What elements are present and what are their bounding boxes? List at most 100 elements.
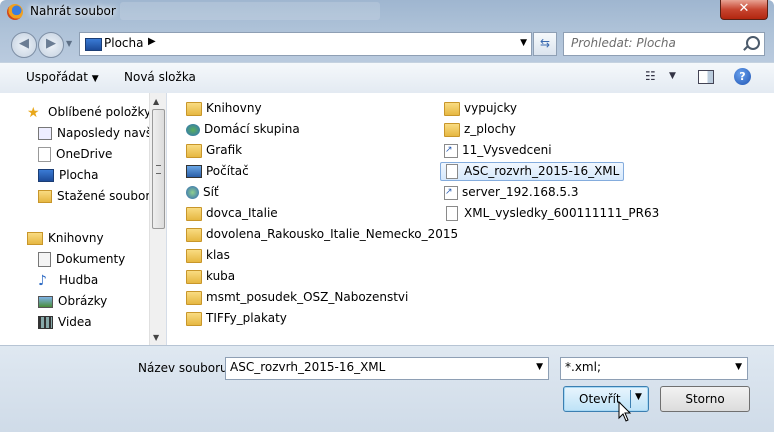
address-dropdown-icon[interactable]: ▼ (520, 38, 527, 48)
file-name: kuba (206, 269, 236, 283)
file-name: Domácí skupina (204, 122, 300, 136)
sidebar-item-documents[interactable]: Dokumenty (38, 250, 125, 269)
list-item-folder[interactable]: TIFFy_plakaty (186, 309, 291, 328)
sidebar-item-label: OneDrive (56, 147, 113, 161)
list-item-homegroup[interactable]: Domácí skupina (186, 120, 304, 139)
folder-icon (186, 269, 202, 284)
scroll-down-icon[interactable]: ▼ (153, 333, 159, 342)
list-item-user[interactable]: Grafik (186, 141, 246, 160)
preview-pane-icon[interactable] (698, 70, 714, 84)
list-item-computer[interactable]: Počítač (186, 162, 253, 181)
sidebar-item-pictures[interactable]: Obrázky (38, 292, 107, 311)
filename-value[interactable]: ASC_rozvrh_2015-16_XML (230, 360, 385, 374)
sidebar-item-favorites[interactable]: ★ Oblíbené položky (27, 103, 151, 122)
list-item-folder[interactable]: vypujcky (444, 99, 521, 118)
scrollbar-thumb[interactable] (152, 109, 165, 229)
search-icon[interactable] (746, 36, 760, 50)
sidebar-item-music[interactable]: ♪ Hudba (38, 271, 98, 290)
sidebar-item-libraries[interactable]: Knihovny (27, 229, 104, 248)
sidebar-item-label: Plocha (59, 168, 99, 182)
scroll-up-icon[interactable]: ▲ (153, 97, 159, 106)
chevron-down-icon[interactable]: ▼ (735, 362, 742, 372)
list-item-folder[interactable]: z_plochy (444, 120, 520, 139)
address-bar[interactable]: Plocha ▶ ▼ (79, 32, 532, 56)
star-icon: ★ (27, 104, 40, 121)
open-dropdown-icon[interactable]: ▼ (635, 392, 642, 402)
libraries-icon (186, 101, 202, 116)
list-item-shortcut[interactable]: 11_Vysvedceni (444, 141, 556, 160)
pictures-icon (38, 295, 53, 308)
file-name: XML_vysledky_600111111_PR63 (464, 206, 660, 220)
filename-label: Název souboru: (138, 361, 232, 375)
back-arrow-icon: ◀ (19, 36, 29, 51)
file-name: Počítač (206, 164, 249, 178)
file-name: Knihovny (206, 101, 262, 115)
open-button[interactable]: Otevřít ▼ (563, 386, 649, 412)
file-name: dovolena_Rakousko_Italie_Nemecko_2015 (206, 227, 459, 241)
file-type-select[interactable]: *.xml; ▼ (560, 357, 748, 380)
sidebar-item-videos[interactable]: Videa (38, 313, 92, 332)
computer-icon (186, 165, 202, 178)
breadcrumb-chevron-icon[interactable]: ▶ (148, 36, 156, 47)
navigation-row: ◀ ▶ ▼ Plocha ▶ ▼ ⇆ Prohledat: Plocha (0, 30, 774, 58)
folder-icon (186, 311, 202, 326)
sidebar-item-desktop[interactable]: Plocha (38, 166, 98, 185)
address-location[interactable]: Plocha (104, 36, 143, 50)
view-dropdown-icon[interactable]: ▼ (669, 71, 676, 81)
document-icon (446, 164, 458, 179)
sidebar-item-label: Oblíbené položky (48, 105, 152, 119)
list-item-libraries[interactable]: Knihovny (186, 99, 266, 118)
file-name: dovca_Italie (206, 206, 278, 220)
navigation-pane: ★ Oblíbené položky Naposledy navšti OneDr… (0, 93, 167, 345)
mouse-cursor-icon (618, 401, 632, 422)
cancel-button[interactable]: Storno (660, 386, 750, 412)
sidebar-item-label: Stažené soubory (57, 189, 158, 203)
search-input[interactable]: Prohledat: Plocha (563, 32, 765, 56)
folder-icon (444, 101, 460, 116)
list-item-file[interactable]: XML_vysledky_600111111_PR63 (444, 204, 663, 223)
sidebar-item-label: Videa (58, 315, 92, 329)
list-item-shortcut[interactable]: server_192.168.5.3 (444, 183, 583, 202)
list-item-selected-file[interactable]: ASC_rozvrh_2015-16_XML (440, 162, 625, 181)
help-icon[interactable]: ? (734, 68, 751, 85)
organize-button[interactable]: Uspořádat ▼ (26, 70, 99, 84)
sidebar-item-recent[interactable]: Naposledy navšti (38, 124, 160, 143)
filename-field[interactable]: ASC_rozvrh_2015-16_XML ▼ (225, 357, 549, 380)
sidebar-item-label: Dokumenty (56, 252, 126, 266)
forward-button[interactable]: ▶ (38, 32, 64, 58)
filename-dropdown-icon[interactable]: ▼ (536, 362, 543, 372)
list-item-folder[interactable]: dovolena_Rakousko_Italie_Nemecko_2015 (186, 225, 462, 244)
view-options-icon[interactable]: ☷ (645, 69, 656, 83)
file-name: msmt_posudek_OSZ_Nabozenstvi (206, 290, 409, 304)
close-button[interactable]: ✕ (720, 0, 768, 20)
homegroup-icon (186, 123, 200, 136)
refresh-icon: ⇆ (539, 36, 551, 50)
folder-icon (186, 290, 202, 305)
shortcut-icon (444, 141, 458, 160)
sidebar-item-downloads[interactable]: Stažené soubory (38, 187, 157, 206)
file-type-value: *.xml; (565, 360, 601, 374)
background-blur (120, 2, 380, 20)
downloads-icon (38, 190, 52, 203)
list-item-folder[interactable]: msmt_posudek_OSZ_Nabozenstvi (186, 288, 412, 307)
sidebar-scrollbar[interactable]: ▲ ▼ (149, 93, 166, 345)
sidebar-item-label: Obrázky (58, 294, 108, 308)
sidebar-item-onedrive[interactable]: OneDrive (38, 145, 112, 164)
chevron-down-icon: ▼ (91, 74, 99, 84)
list-item-folder[interactable]: kuba (186, 267, 239, 286)
user-folder-icon (186, 143, 202, 158)
desktop-icon (85, 38, 102, 51)
desktop-icon (38, 169, 54, 182)
recent-locations-dropdown[interactable]: ▼ (66, 39, 72, 48)
list-item-folder[interactable]: dovca_Italie (186, 204, 282, 223)
new-folder-button[interactable]: Nová složka (124, 70, 196, 84)
folder-icon (444, 122, 460, 137)
back-button[interactable]: ◀ (11, 32, 37, 58)
file-name: server_192.168.5.3 (462, 185, 579, 199)
music-icon: ♪ (38, 272, 47, 289)
list-item-network[interactable]: Síť (186, 183, 223, 202)
folder-icon (186, 206, 202, 221)
search-placeholder: Prohledat: Plocha (571, 36, 676, 50)
list-item-folder[interactable]: klas (186, 246, 234, 265)
refresh-button[interactable]: ⇆ (533, 32, 557, 56)
